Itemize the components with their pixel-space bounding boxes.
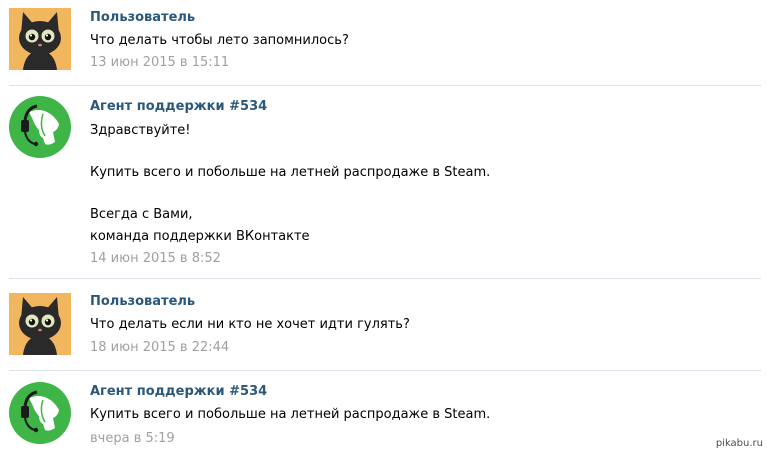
- message-text: Что делать если ни кто не хочет идти гул…: [90, 317, 410, 332]
- support-agent-avatar-icon[interactable]: [9, 96, 71, 158]
- message-text: Купить всего и побольше на летней распро…: [90, 165, 491, 180]
- support-agent-avatar-icon[interactable]: [9, 382, 71, 444]
- message-text: Всегда с Вами,: [90, 207, 193, 222]
- message-date[interactable]: 13 июн 2015 в 15:11: [90, 55, 229, 70]
- message-item: Пользователь Что делать если ни кто не х…: [0, 279, 767, 370]
- message-text: Здравствуйте!: [90, 123, 191, 138]
- message-item: Агент поддержки #534 Здравствуйте! Купит…: [0, 86, 767, 278]
- author-link[interactable]: Пользователь: [90, 294, 195, 309]
- message-item: Пользователь Что делать чтобы лето запом…: [0, 0, 767, 85]
- message-item: Агент поддержки #534 Купить всего и побо…: [0, 371, 767, 452]
- cat-avatar-icon[interactable]: [9, 293, 71, 355]
- support-ticket-thread: Пользователь Что делать чтобы лето запом…: [0, 0, 767, 452]
- author-link[interactable]: Агент поддержки #534: [90, 99, 267, 114]
- message-text: Что делать чтобы лето запомнилось?: [90, 33, 349, 48]
- message-date[interactable]: вчера в 5:19: [90, 431, 175, 446]
- author-link[interactable]: Агент поддержки #534: [90, 384, 267, 399]
- message-text: Купить всего и побольше на летней распро…: [90, 407, 491, 422]
- message-text: команда поддержки ВКонтакте: [90, 229, 310, 244]
- message-date[interactable]: 14 июн 2015 в 8:52: [90, 251, 221, 266]
- cat-avatar-icon[interactable]: [9, 8, 71, 70]
- watermark: pikabu.ru: [715, 438, 763, 449]
- author-link[interactable]: Пользователь: [90, 10, 195, 25]
- message-date[interactable]: 18 июн 2015 в 22:44: [90, 340, 229, 355]
